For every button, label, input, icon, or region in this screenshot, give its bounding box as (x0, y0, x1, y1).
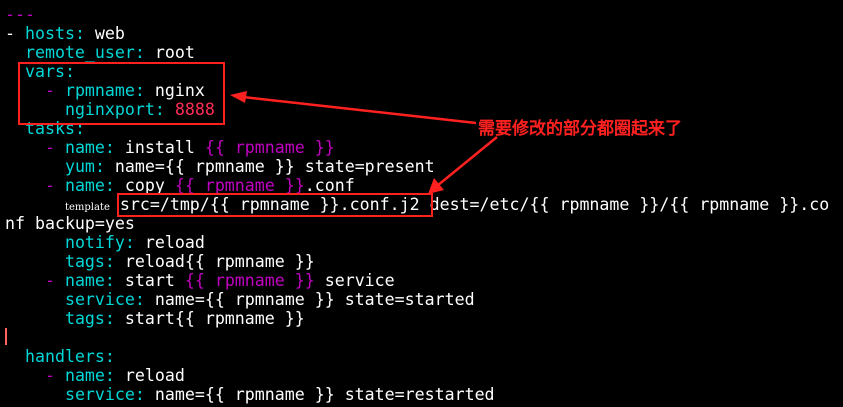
template-src-highlight-box (117, 193, 433, 217)
remote-user-line: remote_user: root (5, 43, 195, 62)
tags-key: tags (64, 309, 105, 328)
hosts-line: - hosts: web (5, 24, 125, 43)
name-key: name (64, 271, 105, 290)
handler-service-line: service: name={{ rpmname }} state=restar… (5, 385, 495, 404)
arrow-to-template (431, 136, 498, 191)
doc-start-marker: --- (5, 5, 35, 24)
tags-value: start{{ rpmname }} (124, 309, 305, 328)
jinja-expression: {{ rpmname }} (184, 271, 315, 290)
wrapped-text: nf backup=yes (5, 214, 135, 233)
name-value: install (124, 138, 205, 157)
arrowhead-vars (230, 91, 247, 103)
yum-key: yum (64, 157, 95, 176)
handler-name-line: - name: reload (5, 366, 185, 385)
tags-value: reload{{ rpmname }} (124, 252, 315, 271)
name-key: name (64, 138, 105, 157)
name-key: name (64, 176, 105, 195)
key-separator: : (104, 138, 125, 157)
jinja-expression: {{ rpmname }} (204, 138, 335, 157)
tags-reload-line: tags: reload{{ rpmname }} (5, 252, 315, 271)
service-started-line: service: name={{ rpmname }} state=starte… (5, 290, 475, 309)
template-key: template (64, 202, 110, 213)
name-key: name (64, 366, 105, 385)
list-dash: - (44, 271, 65, 290)
key-separator: : (104, 309, 125, 328)
terminal-editor[interactable]: --- - hosts: web remote_user: root vars:… (0, 0, 843, 407)
service-value: name={{ rpmname }} state=restarted (154, 385, 495, 404)
service-key: service (64, 385, 135, 404)
remote-user-value: root (154, 43, 195, 62)
yum-value: name={{ rpmname }} state=present (114, 157, 435, 176)
service-value: name={{ rpmname }} state=started (154, 290, 475, 309)
name-value: reload (124, 366, 185, 385)
key-separator: : (104, 271, 125, 290)
arrow-to-vars (233, 94, 477, 125)
hosts-key: hosts (24, 24, 75, 43)
template-dest: dest=/etc/{{ rpmname }}/{{ rpmname }}.co (419, 195, 830, 214)
tags-start-line: tags: start{{ rpmname }} (5, 309, 305, 328)
key-separator: : (104, 347, 115, 366)
service-key: service (64, 290, 135, 309)
key-separator: : (134, 290, 155, 309)
notify-key: notify (64, 233, 125, 252)
wrapped-line: nf backup=yes (5, 214, 135, 233)
notify-line: notify: reload (5, 233, 205, 252)
task-install-yum-line: yum: name={{ rpmname }} state=present (5, 157, 435, 176)
doc-start-line: --- (5, 5, 35, 24)
list-dash: - (44, 138, 65, 157)
arrowhead-template (428, 178, 444, 194)
key-separator: : (94, 157, 115, 176)
name-value: start (124, 271, 185, 290)
list-dash: - (44, 366, 65, 385)
key-separator: : (104, 366, 125, 385)
list-dash: - (44, 176, 65, 195)
annotation-label: 需要修改的部分都圈起来了 (478, 119, 682, 139)
task-start-name-line: - name: start {{ rpmname }} service (5, 271, 395, 290)
name-suffix: service (314, 271, 395, 290)
text-cursor (5, 328, 7, 345)
handlers-line: handlers: (5, 347, 115, 366)
key-separator: : (74, 24, 95, 43)
key-separator: : (124, 233, 145, 252)
vars-highlight-box (18, 62, 225, 125)
hosts-value: web (94, 24, 125, 43)
handlers-key: handlers (24, 347, 105, 366)
task-install-name-line: - name: install {{ rpmname }} (5, 138, 335, 157)
key-separator: : (134, 385, 155, 404)
notify-value: reload (144, 233, 205, 252)
remote-user-key: remote_user (24, 43, 135, 62)
key-separator: : (104, 252, 125, 271)
tags-key: tags (64, 252, 105, 271)
list-dash: - (5, 24, 25, 43)
key-separator: : (134, 43, 155, 62)
